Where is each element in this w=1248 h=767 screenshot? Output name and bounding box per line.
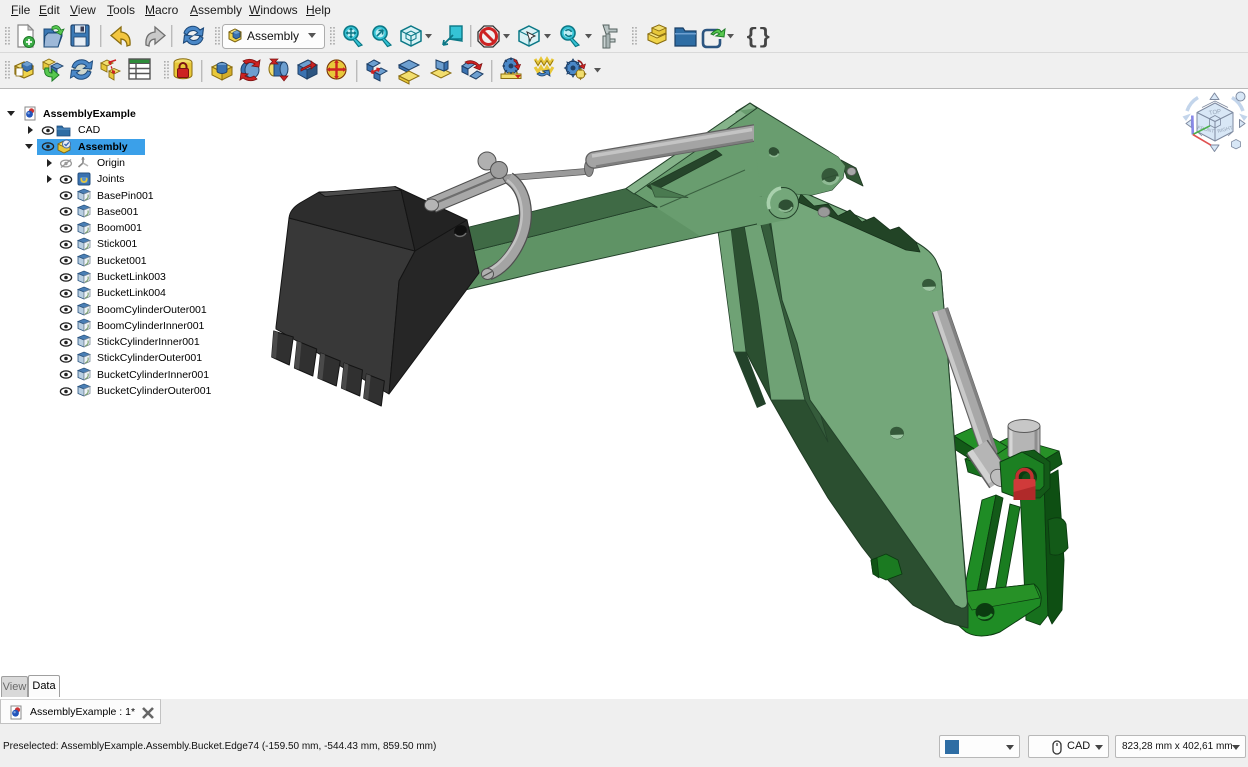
svg-text:{}: {} — [745, 25, 771, 50]
svg-text:Assembly: Assembly — [247, 29, 299, 43]
